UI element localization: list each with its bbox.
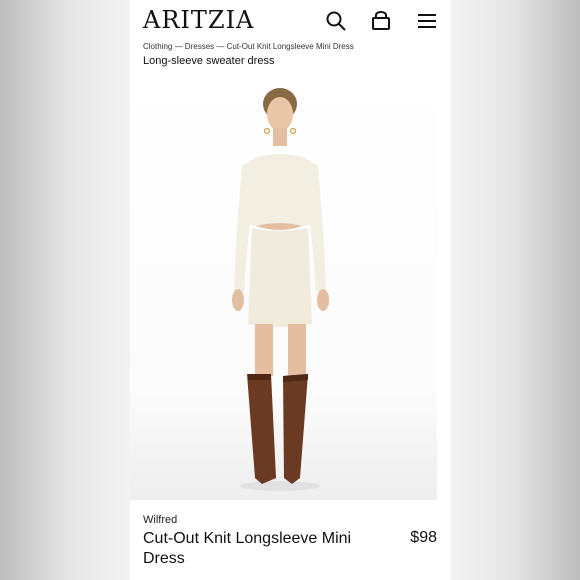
site-header: ARITZIA bbox=[130, 0, 451, 42]
product-price: $98 bbox=[410, 529, 437, 546]
aritzia-logo[interactable]: ARITZIA bbox=[143, 6, 254, 34]
search-icon[interactable] bbox=[325, 10, 347, 32]
product-subtitle: Long-sleeve sweater dress bbox=[143, 55, 275, 67]
app-screen: ARITZIA Clothing — Dresses — Cut-Out Kni… bbox=[130, 0, 451, 580]
product-image[interactable] bbox=[130, 74, 437, 500]
breadcrumb-clothing[interactable]: Clothing — bbox=[143, 42, 185, 51]
breadcrumb-dresses[interactable]: Dresses — bbox=[185, 42, 227, 51]
product-name[interactable]: Cut-Out Knit Longsleeve Mini Dress bbox=[143, 529, 363, 569]
menu-icon[interactable] bbox=[416, 10, 438, 32]
breadcrumb: Clothing — Dresses — Cut-Out Knit Longsl… bbox=[143, 42, 354, 51]
product-brand[interactable]: Wilfred bbox=[143, 514, 177, 526]
breadcrumb-product: Cut-Out Knit Longsleeve Mini Dress bbox=[226, 42, 354, 51]
bag-icon[interactable] bbox=[370, 10, 392, 32]
